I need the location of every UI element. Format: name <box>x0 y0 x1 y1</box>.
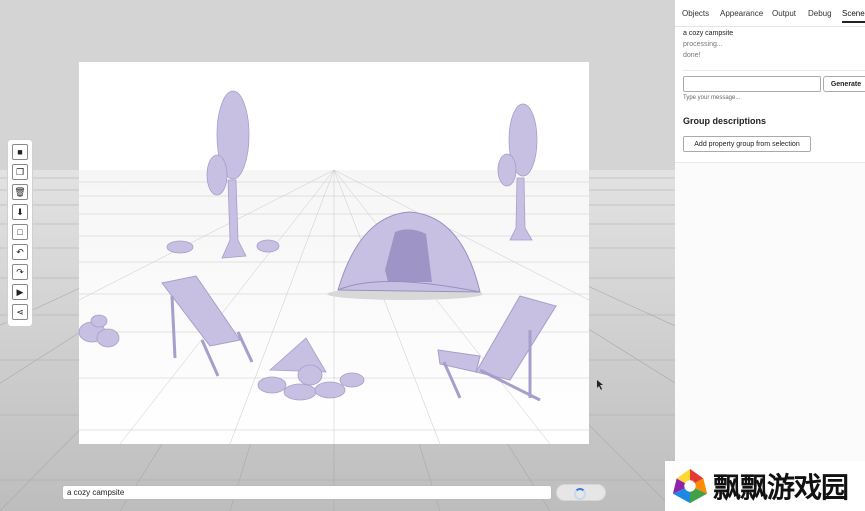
message-log: a cozy campsite processing... done! <box>683 28 865 71</box>
tab-scene[interactable]: Scene <box>842 9 865 23</box>
log-line: done! <box>683 52 701 59</box>
frame-icon[interactable]: □ <box>12 224 28 240</box>
viewport-toolbar: ■ ❐ 🗑 ⬇ □ ↶ ↷ ▶ ⋖ <box>7 139 33 327</box>
tab-debug[interactable]: Debug <box>808 9 832 18</box>
tab-bar: Objects Appearance Output Debug Scene <box>675 0 865 27</box>
group-descriptions-title: Group descriptions <box>683 116 767 126</box>
undo-icon[interactable]: ↶ <box>12 244 28 260</box>
tab-objects[interactable]: Objects <box>682 9 709 18</box>
duplicate-icon[interactable]: ❐ <box>12 164 28 180</box>
watermark-text: 飘飘游戏园 <box>713 471 849 504</box>
generate-button[interactable]: Generate <box>823 76 865 92</box>
download-icon[interactable]: ⬇ <box>12 204 28 220</box>
message-hint: Type your message... <box>683 95 741 101</box>
trash-icon[interactable]: 🗑 <box>12 184 28 200</box>
redo-glyph: ↷ <box>16 266 24 277</box>
duplicate-glyph: ❐ <box>15 166 25 177</box>
prompt-input[interactable] <box>62 485 552 500</box>
watermark-logo-icon <box>672 468 708 504</box>
undo-glyph: ↶ <box>16 246 24 257</box>
log-line: processing... <box>683 41 723 48</box>
frame-glyph: □ <box>17 226 23 237</box>
play-icon[interactable]: ▶ <box>12 284 28 300</box>
loading-spinner-icon <box>574 488 586 500</box>
tab-output[interactable]: Output <box>772 9 796 18</box>
prompt-bar <box>62 484 610 502</box>
log-line: a cozy campsite <box>683 30 734 37</box>
3d-viewport[interactable]: ■ ❐ 🗑 ⬇ □ ↶ ↷ ▶ ⋖ <box>0 0 675 511</box>
watermark: 飘飘游戏园 <box>665 461 865 511</box>
share-icon[interactable]: ⋖ <box>12 304 28 320</box>
scene-canvas[interactable] <box>0 0 675 511</box>
side-panel: Objects Appearance Output Debug Scene a … <box>675 0 865 511</box>
camera-icon[interactable]: ■ <box>12 144 28 160</box>
panel-header: Objects Appearance Output Debug Scene a … <box>675 0 865 163</box>
camera-glyph: ■ <box>17 146 23 157</box>
trash-glyph: 🗑 <box>14 186 26 197</box>
submit-button[interactable] <box>556 484 606 501</box>
play-glyph: ▶ <box>16 286 24 297</box>
tab-appearance[interactable]: Appearance <box>720 9 763 18</box>
download-glyph: ⬇ <box>16 206 24 217</box>
share-glyph: ⋖ <box>16 306 24 317</box>
redo-icon[interactable]: ↷ <box>12 264 28 280</box>
message-input[interactable] <box>683 76 821 92</box>
add-property-group-button[interactable]: Add property group from selection <box>683 136 811 152</box>
